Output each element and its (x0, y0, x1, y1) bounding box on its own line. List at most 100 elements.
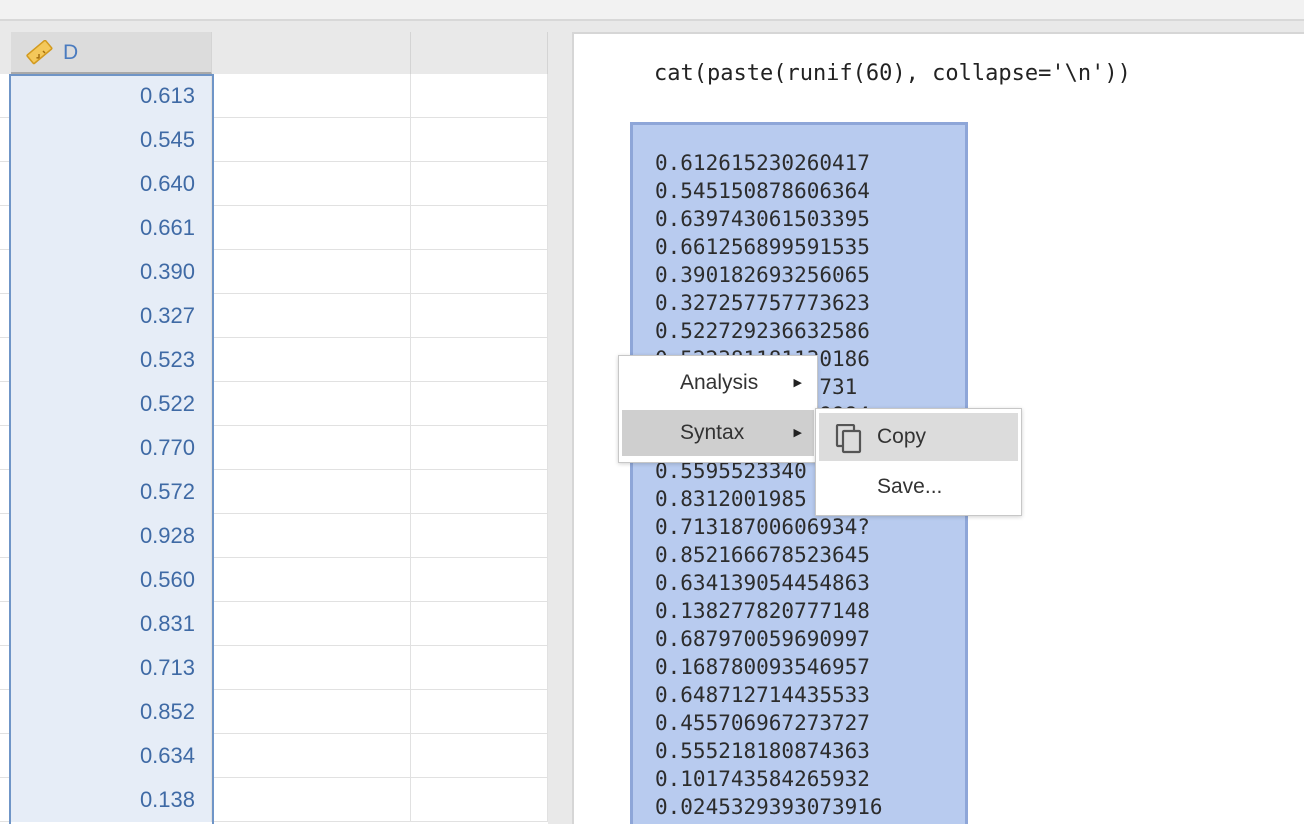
cell-e[interactable] (212, 294, 411, 338)
cell-e[interactable] (212, 338, 411, 382)
output-line: 0.522729236632586 (655, 319, 870, 343)
submenu-arrow-icon: ▶ (793, 377, 802, 389)
row-edge-cell[interactable] (0, 294, 11, 338)
context-menu: Analysis ▶ Syntax ▶ (618, 355, 818, 463)
cell-f[interactable] (411, 602, 548, 646)
cell-d[interactable]: 0.613 (11, 74, 212, 118)
cell-d[interactable]: 0.831 (11, 602, 212, 646)
table-row: 0.523 (0, 338, 548, 382)
cell-e[interactable] (212, 162, 411, 206)
row-edge-cell[interactable] (0, 514, 11, 558)
menu-item-syntax[interactable]: Syntax ▶ (622, 410, 814, 456)
menu-item-analysis[interactable]: Analysis ▶ (622, 360, 814, 406)
column-header-e[interactable] (212, 32, 411, 74)
table-row: 0.522 (0, 382, 548, 426)
cell-f[interactable] (411, 294, 548, 338)
cell-e[interactable] (212, 118, 411, 162)
cell-d[interactable]: 0.852 (11, 690, 212, 734)
row-edge-cell[interactable] (0, 778, 11, 822)
cell-f[interactable] (411, 118, 548, 162)
row-edge-cell[interactable] (0, 338, 11, 382)
cell-e[interactable] (212, 514, 411, 558)
table-row: 0.390 (0, 250, 548, 294)
cell-f[interactable] (411, 558, 548, 602)
row-edge-cell[interactable] (0, 118, 11, 162)
cell-f[interactable] (411, 426, 548, 470)
cell-d[interactable]: 0.560 (11, 558, 212, 602)
cell-e[interactable] (212, 558, 411, 602)
cell-f[interactable] (411, 250, 548, 294)
column-header-row: D (0, 32, 548, 74)
row-edge-cell[interactable] (0, 602, 11, 646)
cell-e[interactable] (212, 690, 411, 734)
cell-d[interactable]: 0.634 (11, 734, 212, 778)
cell-e[interactable] (212, 426, 411, 470)
row-edge-cell[interactable] (0, 558, 11, 602)
output-line: 0.390182693256065 (655, 263, 870, 287)
table-row: 0.572 (0, 470, 548, 514)
output-line: 0.455706967273727 (655, 711, 870, 735)
cell-e[interactable] (212, 470, 411, 514)
menu-item-label: Analysis (680, 371, 759, 394)
cell-f[interactable] (411, 470, 548, 514)
row-edge-cell[interactable] (0, 250, 11, 294)
output-line: 0.101743584265932 (655, 767, 870, 791)
table-row: 0.634 (0, 734, 548, 778)
table-row: 0.560 (0, 558, 548, 602)
row-edge-cell[interactable] (0, 470, 11, 514)
cell-f[interactable] (411, 690, 548, 734)
cell-d[interactable]: 0.523 (11, 338, 212, 382)
column-header-f[interactable] (411, 32, 548, 74)
cell-d[interactable]: 0.138 (11, 778, 212, 822)
output-line: 0.138277820777148 (655, 599, 870, 623)
cell-f[interactable] (411, 74, 548, 118)
cell-f[interactable] (411, 162, 548, 206)
cell-e[interactable] (212, 778, 411, 822)
output-line: 0.661256899591535 (655, 235, 870, 259)
cell-e[interactable] (212, 602, 411, 646)
row-edge-cell[interactable] (0, 162, 11, 206)
cell-d[interactable]: 0.572 (11, 470, 212, 514)
output-line: 0.327257757773623 (655, 291, 870, 315)
cell-f[interactable] (411, 646, 548, 690)
row-edge-cell[interactable] (0, 734, 11, 778)
cell-d[interactable]: 0.545 (11, 118, 212, 162)
cell-d[interactable]: 0.713 (11, 646, 212, 690)
cell-d[interactable]: 0.327 (11, 294, 212, 338)
cell-d[interactable]: 0.770 (11, 426, 212, 470)
row-edge-cell[interactable] (0, 690, 11, 734)
output-line: 0.545150878606364 (655, 179, 870, 203)
cell-d[interactable]: 0.928 (11, 514, 212, 558)
table-row: 0.770 (0, 426, 548, 470)
cell-e[interactable] (212, 74, 411, 118)
cell-f[interactable] (411, 514, 548, 558)
cell-e[interactable] (212, 382, 411, 426)
cell-d[interactable]: 0.522 (11, 382, 212, 426)
cell-f[interactable] (411, 382, 548, 426)
cell-e[interactable] (212, 734, 411, 778)
row-edge-cell[interactable] (0, 426, 11, 470)
cell-f[interactable] (411, 778, 548, 822)
output-line: 0.555218180874363 (655, 739, 870, 763)
row-edge-cell[interactable] (0, 206, 11, 250)
row-edge-cell[interactable] (0, 646, 11, 690)
menu-item-label: Syntax (680, 421, 745, 444)
output-line: 0.648712714435533 (655, 683, 870, 707)
cell-f[interactable] (411, 338, 548, 382)
table-row: 0.831 (0, 602, 548, 646)
copy-menu-item[interactable]: Copy (819, 413, 1018, 461)
save-menu-item[interactable]: Save... (819, 463, 1018, 511)
column-header-d[interactable]: D (11, 32, 212, 74)
cell-e[interactable] (212, 250, 411, 294)
cell-f[interactable] (411, 734, 548, 778)
cell-f[interactable] (411, 206, 548, 250)
output-line: 0.168780093546957 (655, 655, 870, 679)
row-edge-cell[interactable] (0, 382, 11, 426)
cell-d[interactable]: 0.390 (11, 250, 212, 294)
cell-d[interactable]: 0.640 (11, 162, 212, 206)
row-edge-cell[interactable] (0, 74, 11, 118)
cell-d[interactable]: 0.661 (11, 206, 212, 250)
cell-e[interactable] (212, 646, 411, 690)
cell-e[interactable] (212, 206, 411, 250)
output-line: 0.852166678523645 (655, 543, 870, 567)
